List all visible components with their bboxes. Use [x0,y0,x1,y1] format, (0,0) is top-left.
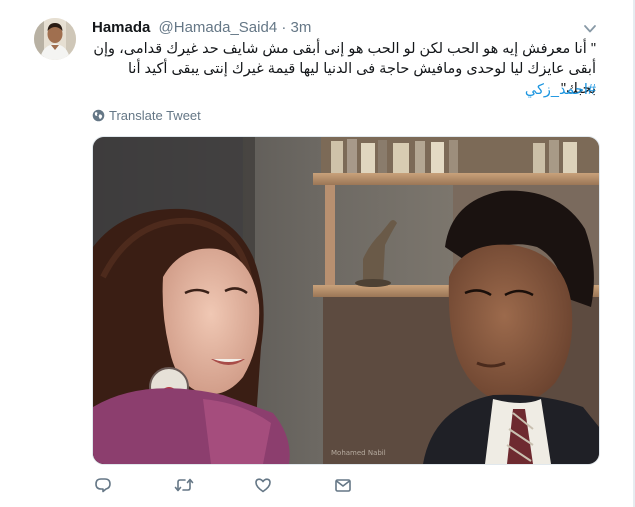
globe-icon [92,109,105,122]
chevron-down-icon[interactable] [583,22,597,34]
envelope-icon[interactable] [334,476,354,496]
tweet-actions [92,476,372,496]
hashtag-link[interactable]: #احمد_زكي [92,80,596,100]
timeline-page: Hamada @Hamada_Said4 · 3m " أنا معرفش إي… [0,0,635,507]
author-handle[interactable]: @Hamada_Said4 [159,19,278,36]
reply-icon[interactable] [94,476,114,496]
photo-image: Mohamed Nabil [93,137,599,464]
photo-watermark: Mohamed Nabil [331,449,386,457]
tweet[interactable]: Hamada @Hamada_Said4 · 3m " أنا معرفش إي… [0,0,633,507]
avatar[interactable] [34,18,76,60]
tweet-timestamp[interactable]: 3m [291,19,312,36]
separator-dot: · [281,19,287,36]
translate-label: Translate Tweet [109,108,201,123]
tweet-header: Hamada @Hamada_Said4 · 3m [92,18,311,38]
translate-tweet-link[interactable]: Translate Tweet [92,108,201,124]
heart-icon[interactable] [254,476,274,496]
retweet-icon[interactable] [174,476,194,496]
tweet-photo[interactable]: Mohamed Nabil [92,136,600,465]
author-name[interactable]: Hamada [92,19,150,36]
